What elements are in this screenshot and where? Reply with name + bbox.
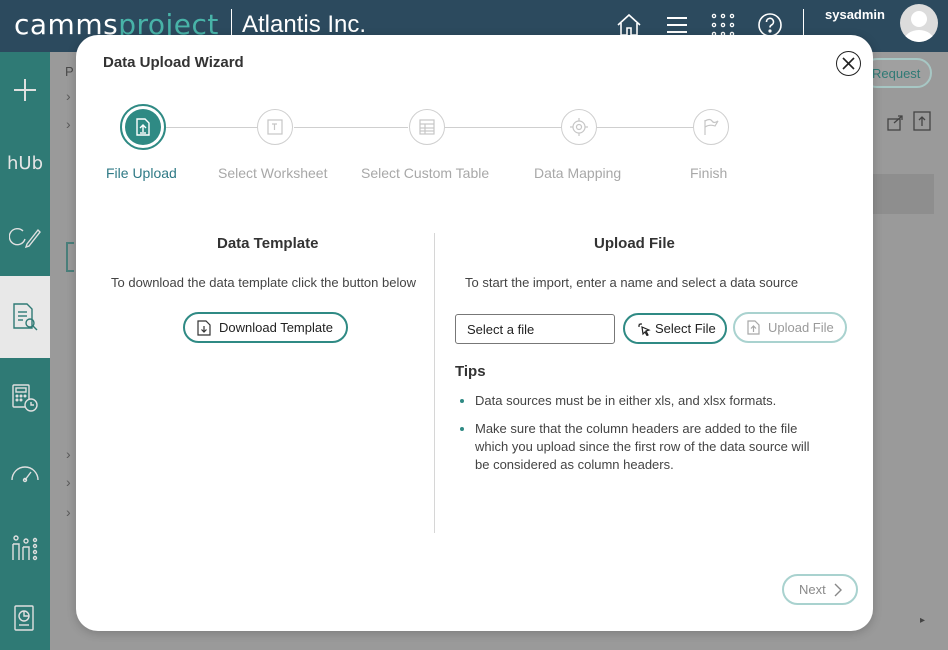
- report-icon[interactable]: [0, 586, 50, 650]
- close-button[interactable]: [836, 51, 861, 76]
- upload-file-button[interactable]: Upload File: [733, 312, 847, 343]
- step-label-data-mapping: Data Mapping: [534, 165, 622, 181]
- data-template-description: To download the data template click the …: [111, 275, 416, 290]
- hub-icon[interactable]: hUb: [0, 128, 50, 198]
- modal-title: Data Upload Wizard: [103, 54, 244, 71]
- share-icon[interactable]: [887, 113, 905, 136]
- download-template-button[interactable]: Download Template: [183, 312, 348, 343]
- step-connector: [445, 127, 561, 128]
- step-connector: [294, 127, 408, 128]
- avatar[interactable]: [900, 4, 938, 42]
- username[interactable]: sysadmin: [825, 7, 885, 22]
- background-marker: [66, 242, 74, 272]
- section-divider: [434, 233, 435, 533]
- select-file-button[interactable]: Select File: [623, 313, 727, 344]
- tip-item: Data sources must be in either xls, and …: [455, 392, 815, 410]
- chevron-icon: ›: [66, 88, 71, 104]
- cursor-click-icon: [638, 322, 651, 336]
- step-label-file-upload: File Upload: [106, 165, 177, 181]
- step-file-upload[interactable]: [120, 104, 166, 150]
- upload-file-description: To start the import, enter a name and se…: [465, 275, 799, 290]
- download-icon: [197, 319, 211, 336]
- upload-file-title: Upload File: [594, 235, 675, 252]
- chevron-icon: ›: [66, 446, 71, 462]
- chevron-right-icon: [834, 583, 842, 596]
- step-label-select-custom-table: Select Custom Table: [361, 165, 490, 181]
- step-select-worksheet[interactable]: [257, 109, 293, 145]
- chevron-icon: ›: [66, 474, 71, 490]
- chevron-icon: ›: [66, 116, 71, 132]
- step-connector: [597, 127, 693, 128]
- left-sidebar: hUb: [0, 52, 50, 650]
- target-icon: [570, 118, 588, 136]
- refresh-edit-icon[interactable]: [0, 198, 50, 276]
- step-select-custom-table[interactable]: [409, 109, 445, 145]
- chevron-icon: ›: [66, 504, 71, 520]
- step-data-mapping[interactable]: [561, 109, 597, 145]
- upload-icon: [125, 109, 161, 145]
- document-search-icon[interactable]: [0, 276, 50, 358]
- background-row: [872, 174, 934, 214]
- tips-title: Tips: [455, 363, 486, 380]
- upload-icon: [747, 320, 760, 335]
- step-finish[interactable]: [693, 109, 729, 145]
- tip-item: Make sure that the column headers are ad…: [455, 420, 815, 474]
- data-upload-wizard-modal: Data Upload Wizard File Upload Select Wo…: [76, 35, 873, 631]
- data-template-title: Data Template: [217, 235, 319, 252]
- tips-list: Data sources must be in either xls, and …: [455, 392, 815, 484]
- table-icon: [419, 119, 435, 135]
- calculator-clock-icon[interactable]: [0, 358, 50, 438]
- plus-icon[interactable]: [0, 52, 50, 128]
- step-label-finish: Finish: [690, 165, 728, 181]
- gauge-icon[interactable]: [0, 438, 50, 510]
- file-name-input[interactable]: Select a file: [455, 314, 615, 344]
- step-label-select-worksheet: Select Worksheet: [218, 165, 328, 181]
- background-letter: P: [65, 64, 74, 79]
- people-chart-icon[interactable]: [0, 510, 50, 586]
- flag-icon: [704, 118, 719, 135]
- next-button[interactable]: Next: [782, 574, 858, 605]
- close-icon: [842, 57, 855, 70]
- scroll-right-icon[interactable]: ▸: [920, 615, 925, 626]
- upload-icon[interactable]: [913, 111, 931, 136]
- worksheet-icon: [267, 119, 283, 135]
